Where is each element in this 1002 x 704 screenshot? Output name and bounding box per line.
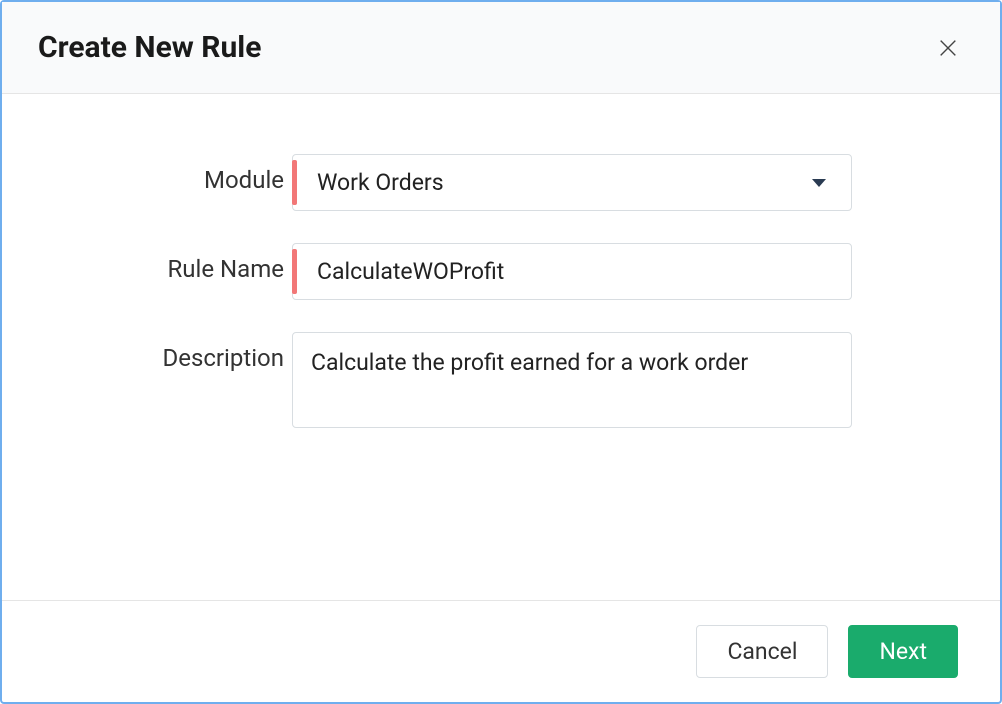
- form-row-module: Module Work Orders: [62, 154, 940, 211]
- create-rule-dialog: Create New Rule Module Work Orders Rule …: [0, 0, 1002, 704]
- module-select-wrap: Work Orders: [292, 154, 852, 211]
- dialog-title: Create New Rule: [38, 30, 261, 65]
- close-button[interactable]: [932, 32, 964, 64]
- module-label: Module: [62, 154, 292, 194]
- chevron-down-icon: [812, 179, 826, 187]
- rulename-label: Rule Name: [62, 243, 292, 283]
- dialog-footer: Cancel Next: [2, 600, 1000, 702]
- rulename-input[interactable]: [292, 243, 852, 300]
- next-button[interactable]: Next: [848, 625, 958, 678]
- dialog-header: Create New Rule: [2, 2, 1000, 94]
- required-indicator: [292, 160, 297, 205]
- dialog-body: Module Work Orders Rule Name Description…: [2, 94, 1000, 600]
- description-label: Description: [62, 332, 292, 372]
- close-icon: [937, 37, 959, 59]
- required-indicator: [292, 249, 297, 294]
- description-textarea[interactable]: Calculate the profit earned for a work o…: [292, 332, 852, 428]
- module-select-value: Work Orders: [317, 169, 444, 196]
- form-row-rulename: Rule Name: [62, 243, 940, 300]
- module-select[interactable]: Work Orders: [292, 154, 852, 211]
- rulename-input-wrap: [292, 243, 852, 300]
- form-row-description: Description Calculate the profit earned …: [62, 332, 940, 432]
- description-input-wrap: Calculate the profit earned for a work o…: [292, 332, 852, 432]
- cancel-button[interactable]: Cancel: [696, 625, 828, 678]
